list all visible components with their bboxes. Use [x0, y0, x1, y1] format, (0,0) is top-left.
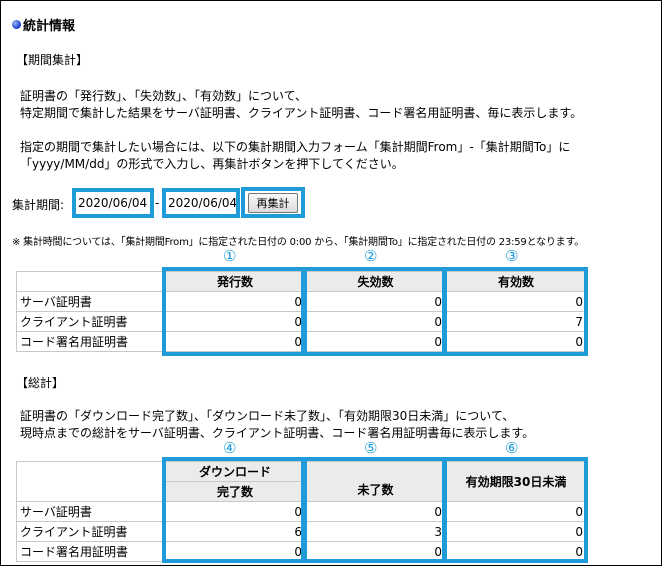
cell-value: 3 [305, 521, 446, 542]
total-description: 証明書の「ダウンロード完了数」、「ダウンロード未了数」、「有効期限30日未満」に… [20, 409, 535, 440]
total-heading: 【総計】 [16, 376, 65, 390]
col-issued: 発行数 [164, 271, 306, 292]
cell-value: 0 [164, 541, 306, 562]
page-title: 統計情報 [12, 15, 75, 34]
row-label: クライアント証明書 [16, 311, 165, 332]
marker-4: ④ [223, 439, 237, 457]
period-note: ※ 集計時間については、「集計期間From」に指定された日付の 0:00 から、… [12, 237, 585, 248]
cell-value: 0 [445, 521, 587, 542]
period-description: 証明書の「発行数」、「失効数」、「有効数」について、 特定期間で集計した結果をサ… [20, 89, 583, 120]
cell-value: 0 [305, 501, 446, 522]
period-from-box [72, 188, 154, 218]
period-separator: - [155, 196, 160, 210]
period-instructions: 指定の期間で集計したい場合には、以下の集計期間入力フォーム「集計期間From」-… [20, 140, 571, 171]
row-label: コード署名用証明書 [16, 541, 165, 562]
table-header-row: ダウンロード 未了数 有効期限30日未満 [16, 461, 587, 502]
marker-1: ① [223, 247, 237, 265]
period-from-input[interactable] [78, 196, 150, 210]
period-heading: 【期間集計】 [16, 53, 89, 67]
col-expiring: 有効期限30日未満 [445, 461, 587, 502]
marker-2: ② [364, 247, 378, 265]
header-blank [16, 271, 165, 292]
period-to-box [162, 188, 240, 218]
bullet-icon [12, 20, 21, 29]
row-label: サーバ証明書 [16, 291, 165, 312]
total-table: ダウンロード 未了数 有効期限30日未満 完了数 サーバ証明書 0 0 0 クラ… [16, 461, 587, 562]
period-form-label: 集計期間: [12, 198, 65, 212]
table-row: サーバ証明書 0 0 0 [16, 501, 587, 522]
table-row: コード署名用証明書 0 0 0 [16, 331, 587, 352]
table-header-row: 発行数 失効数 有効数 [16, 271, 587, 292]
period-to-input[interactable] [168, 196, 236, 210]
period-table: 発行数 失効数 有効数 サーバ証明書 0 0 0 クライアント証明書 0 0 7… [16, 271, 587, 352]
cell-value: 0 [305, 291, 446, 312]
row-label: コード署名用証明書 [16, 331, 165, 352]
cell-value: 0 [445, 331, 587, 352]
col-download-line1: ダウンロード [164, 461, 306, 482]
table-row: クライアント証明書 6 3 0 [16, 521, 587, 542]
cell-value: 0 [164, 501, 306, 522]
cell-value: 7 [445, 311, 587, 332]
cell-value: 0 [164, 291, 306, 312]
marker-3: ③ [505, 247, 519, 265]
table-row: コード署名用証明書 0 0 0 [16, 541, 587, 562]
recalc-highlight: 再集計 [241, 187, 305, 218]
cell-value: 0 [305, 541, 446, 562]
marker-6: ⑥ [505, 439, 519, 457]
header-blank [16, 461, 165, 502]
marker-5: ⑤ [364, 439, 378, 457]
cell-value: 0 [164, 311, 306, 332]
cell-value: 0 [445, 541, 587, 562]
recalc-button[interactable]: 再集計 [248, 192, 298, 213]
table-row: サーバ証明書 0 0 0 [16, 291, 587, 312]
col-revoked: 失効数 [305, 271, 446, 292]
table-row: クライアント証明書 0 0 7 [16, 311, 587, 332]
col-download-line2: 完了数 [164, 481, 306, 502]
cell-value: 0 [305, 331, 446, 352]
cell-value: 0 [445, 501, 587, 522]
statistics-page: 統計情報 【期間集計】 証明書の「発行数」、「失効数」、「有効数」について、 特… [0, 0, 662, 566]
cell-value: 0 [164, 331, 306, 352]
cell-value: 0 [445, 291, 587, 312]
cell-value: 6 [164, 521, 306, 542]
row-label: サーバ証明書 [16, 501, 165, 522]
col-valid: 有効数 [445, 271, 587, 292]
cell-value: 0 [305, 311, 446, 332]
row-label: クライアント証明書 [16, 521, 165, 542]
col-not-downloaded: 未了数 [305, 461, 446, 502]
